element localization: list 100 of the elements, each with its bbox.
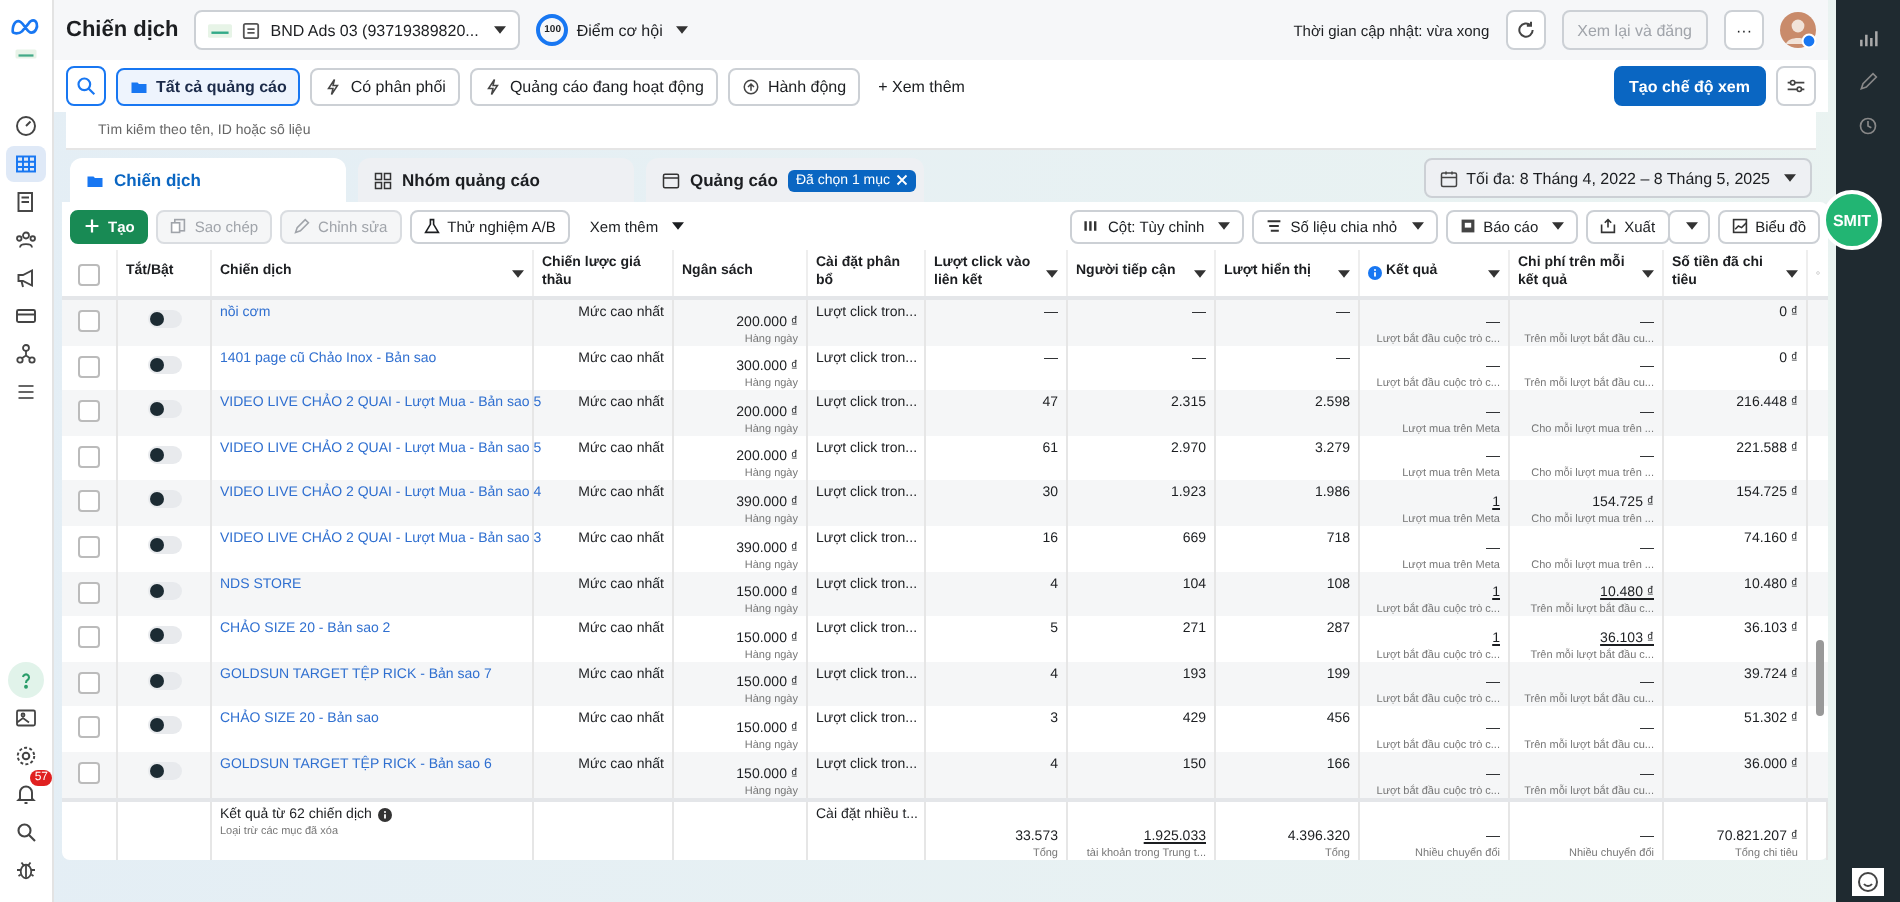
create-view-button[interactable]: Tạo chế độ xem xyxy=(1613,66,1766,106)
tab-label: Quảng cáo xyxy=(690,170,778,190)
caret-icon xyxy=(494,26,507,34)
sliders-icon xyxy=(1786,76,1806,96)
toggle-switch[interactable] xyxy=(147,761,181,780)
bug-icon[interactable] xyxy=(14,858,38,882)
pencil-icon xyxy=(294,218,311,234)
caret-icon xyxy=(672,222,685,230)
toggle-switch[interactable] xyxy=(147,400,181,419)
row-checkbox[interactable] xyxy=(78,445,100,468)
smiley-icon[interactable] xyxy=(1852,868,1884,896)
row-checkbox[interactable] xyxy=(78,490,100,513)
date-range-picker[interactable]: Tối đa: 8 Tháng 4, 2022 – 8 Tháng 5, 2025 xyxy=(1424,158,1812,198)
menu-icon xyxy=(14,380,38,404)
close-icon[interactable] xyxy=(896,174,909,186)
tab-label: Nhóm quảng cáo xyxy=(402,170,540,190)
infinity-logo xyxy=(10,16,42,36)
columns-icon xyxy=(1083,218,1100,234)
toggle-switch[interactable] xyxy=(147,716,181,735)
tab-label: Chiến dịch xyxy=(114,170,201,190)
gauge-icon xyxy=(14,114,38,138)
row-checkbox[interactable] xyxy=(78,535,100,558)
document-icon xyxy=(242,21,261,39)
scrollbar[interactable] xyxy=(1816,640,1824,716)
tab[interactable]: Chiến dịch xyxy=(70,158,346,202)
refresh-icon xyxy=(1515,20,1536,40)
caret-icon xyxy=(1786,269,1798,277)
folder-icon xyxy=(86,171,104,189)
caret-icon xyxy=(1411,222,1424,230)
image-icon[interactable] xyxy=(14,706,38,730)
lightning-icon xyxy=(324,77,343,95)
bar-chart-icon[interactable] xyxy=(1858,28,1878,48)
breakdown-icon xyxy=(1266,218,1283,234)
settings-button[interactable] xyxy=(1776,66,1816,106)
filter-chip[interactable]: Tất cả quảng cáo xyxy=(116,67,301,105)
lightning-icon xyxy=(483,77,502,95)
card-icon xyxy=(14,304,38,328)
brand-logo xyxy=(14,48,38,60)
plus-icon xyxy=(84,218,100,234)
grid-icon xyxy=(374,171,392,189)
row-checkbox[interactable] xyxy=(78,400,100,423)
search-button[interactable] xyxy=(66,66,106,106)
filter-chip[interactable]: Hành động xyxy=(727,67,861,105)
folder-icon xyxy=(130,77,148,95)
row-checkbox[interactable] xyxy=(78,761,100,784)
info-icon xyxy=(1368,266,1382,280)
row-checkbox[interactable] xyxy=(78,355,100,378)
more-filters-link[interactable]: + Xem thêm xyxy=(870,77,973,95)
calendar-icon xyxy=(1440,169,1459,187)
network-icon xyxy=(14,342,38,366)
caret-icon xyxy=(1338,269,1350,277)
book-icon xyxy=(14,190,38,214)
clock-icon[interactable] xyxy=(1858,116,1878,136)
info-icon[interactable] xyxy=(377,807,392,822)
caret-icon xyxy=(1784,174,1796,182)
row-checkbox[interactable] xyxy=(78,626,100,649)
flask-icon xyxy=(423,218,440,234)
caret-icon xyxy=(1218,222,1231,230)
nav-item[interactable] xyxy=(6,146,46,182)
caret-icon xyxy=(1488,269,1500,277)
search-icon xyxy=(76,76,96,96)
row-checkbox[interactable] xyxy=(78,716,100,739)
toggle-switch[interactable] xyxy=(147,445,181,464)
caret-icon xyxy=(1642,269,1654,277)
toggle-switch[interactable] xyxy=(147,490,181,509)
pencil-icon[interactable] xyxy=(1858,72,1878,92)
select-all-checkbox[interactable] xyxy=(78,264,100,286)
chart-icon xyxy=(1731,218,1748,234)
megaphone-icon xyxy=(14,266,38,290)
caret-icon xyxy=(1194,269,1206,277)
people-icon xyxy=(14,228,38,252)
refresh-button[interactable] xyxy=(1505,10,1546,50)
copy-icon xyxy=(170,218,187,234)
avatar[interactable] xyxy=(1780,12,1816,48)
row-checkbox[interactable] xyxy=(78,671,100,694)
toggle-switch[interactable] xyxy=(147,671,181,690)
page-title: Chiến dịch xyxy=(66,18,179,42)
tab[interactable]: Nhóm quảng cáo xyxy=(358,158,634,202)
row-checkbox[interactable] xyxy=(78,581,100,604)
account-selector[interactable]: BND Ads 03 (93719389820... xyxy=(194,10,521,50)
gear-icon[interactable] xyxy=(14,744,38,768)
caret-icon xyxy=(1552,222,1565,230)
filter-chip[interactable]: Có phân phối xyxy=(310,67,460,105)
more-button[interactable]: ··· xyxy=(1724,10,1764,50)
toggle-switch[interactable] xyxy=(147,310,181,328)
row-checkbox[interactable] xyxy=(78,310,100,332)
caret-icon xyxy=(1046,269,1058,277)
caret-icon xyxy=(676,26,689,34)
bell-icon[interactable] xyxy=(14,782,38,806)
filter-chip[interactable]: Quảng cáo đang hoạt động xyxy=(469,67,718,105)
toggle-switch[interactable] xyxy=(147,626,181,645)
toggle-switch[interactable] xyxy=(147,535,181,554)
caret-icon xyxy=(512,269,524,277)
account-logo xyxy=(208,23,233,37)
search-icon[interactable] xyxy=(14,820,38,844)
toggle-switch[interactable] xyxy=(147,355,181,374)
export-icon xyxy=(1600,218,1617,234)
toggle-switch[interactable] xyxy=(147,581,181,600)
report-icon xyxy=(1459,218,1476,234)
export-menu-button[interactable] xyxy=(1667,209,1710,243)
